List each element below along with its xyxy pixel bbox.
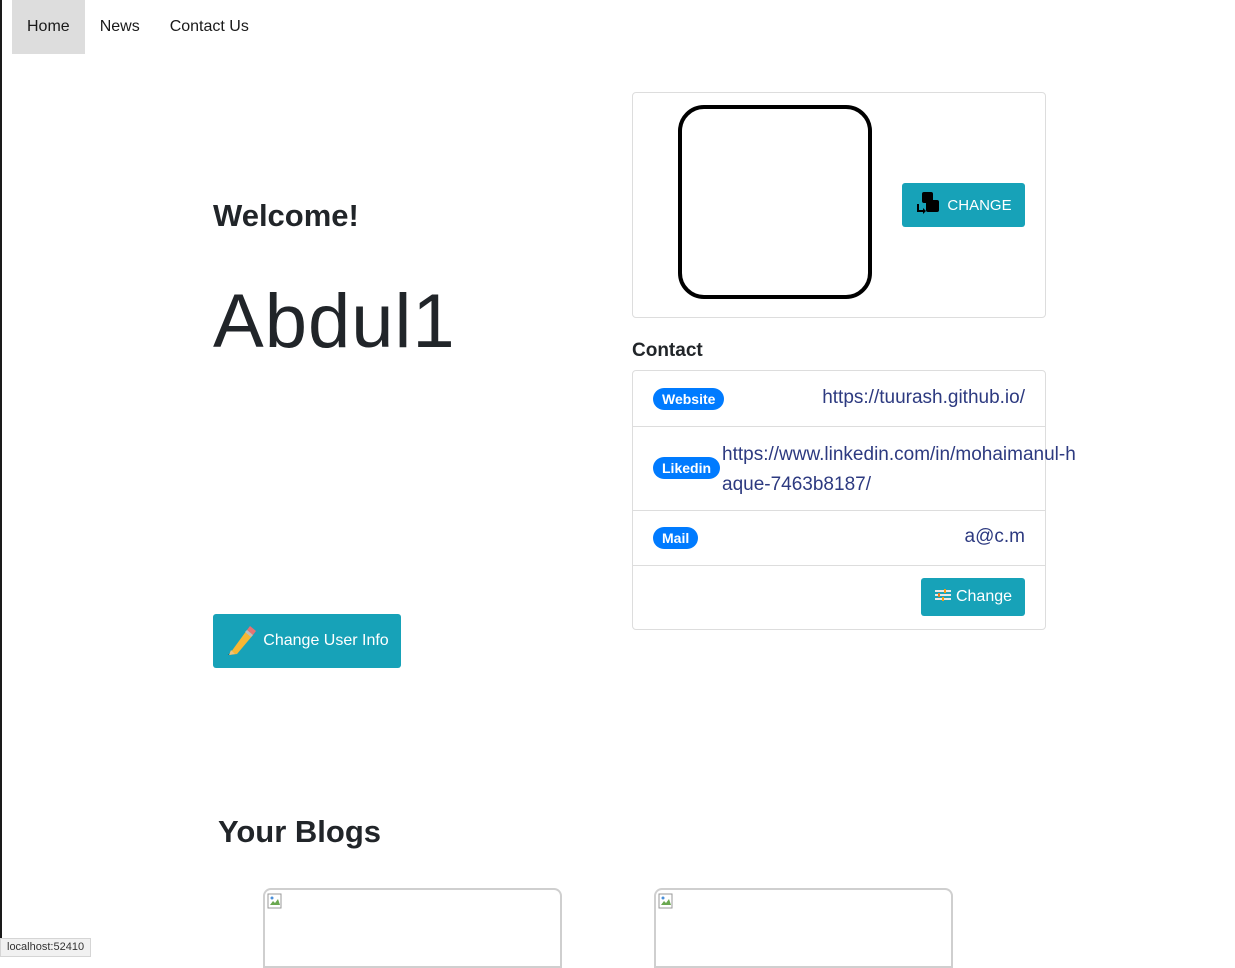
blogs-heading: Your Blogs (218, 814, 382, 849)
pencil-icon (225, 622, 259, 661)
swap-image-icon (915, 191, 941, 219)
linkedin-badge: Likedin (653, 457, 721, 479)
change-user-info-label: Change User Info (263, 632, 389, 649)
top-nav: Home News Contact Us (12, 0, 264, 54)
profile-picture (678, 105, 872, 299)
welcome-heading: Welcome! (213, 198, 359, 233)
contact-card: Website https://tuurash.github.io/ Liked… (632, 370, 1076, 630)
website-badge: Website (653, 388, 725, 410)
nav-home[interactable]: Home (12, 0, 85, 54)
contact-row-website: Website https://tuurash.github.io/ (633, 371, 1045, 427)
blog-card[interactable] (654, 888, 953, 968)
blog-card[interactable] (263, 888, 562, 968)
nav-news[interactable]: News (85, 0, 155, 54)
change-avatar-label: CHANGE (947, 196, 1012, 214)
broken-image-icon (267, 893, 283, 909)
change-avatar-button[interactable]: CHANGE (902, 183, 1025, 227)
change-contact-label: Change (955, 588, 1013, 605)
contact-heading: Contact (632, 340, 703, 361)
avatar-card: CHANGE (632, 92, 1046, 318)
change-contact-button[interactable]: Change (921, 578, 1025, 616)
change-user-info-button[interactable]: Change User Info (213, 614, 401, 668)
website-link[interactable]: https://tuurash.github.io/ (822, 387, 1025, 409)
contact-row-linkedin: Likedin https://www.linkedin.com/in/moha… (633, 426, 1076, 511)
window-edge (0, 0, 2, 955)
username-heading: Abdul1 (213, 279, 456, 364)
settings-sliders-icon (934, 587, 952, 608)
broken-image-icon (658, 893, 674, 909)
browser-status-bar: localhost:52410 (0, 938, 92, 957)
mail-badge: Mail (653, 527, 699, 549)
linkedin-link[interactable]: https://www.linkedin.com/in/mohaimanul-h… (722, 440, 1082, 500)
contact-row-mail: Mail a@c.m (633, 510, 1045, 566)
nav-contact-us[interactable]: Contact Us (155, 0, 264, 54)
mail-link[interactable]: a@c.m (965, 526, 1025, 548)
